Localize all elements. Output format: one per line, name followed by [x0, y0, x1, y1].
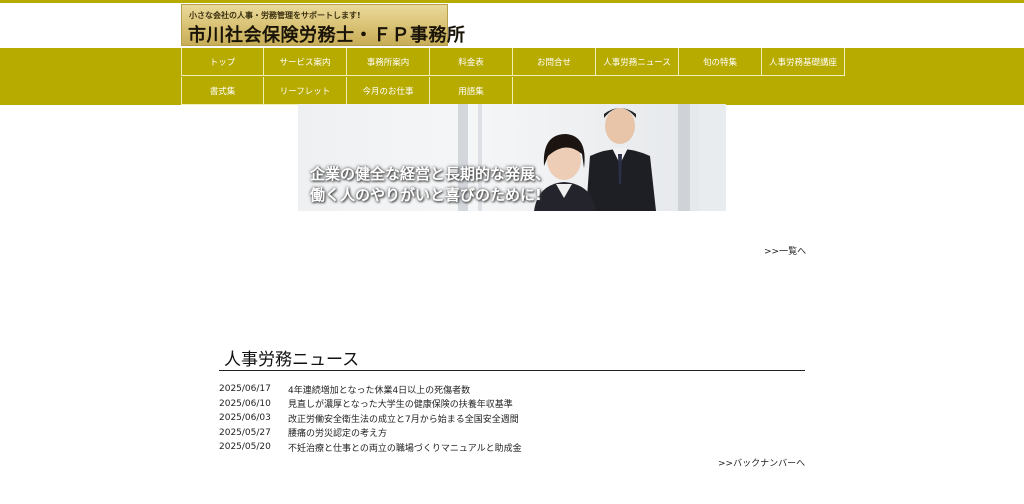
- global-nav-row-2: 書式集 リーフレット 今月のお仕事 用語集: [181, 77, 513, 105]
- news-title-divider: [219, 370, 805, 371]
- news-title-link[interactable]: 腰痛の労災認定の考え方: [288, 426, 387, 439]
- nav-item-top[interactable]: トップ: [181, 48, 264, 76]
- nav-item-forms[interactable]: 書式集: [181, 77, 264, 105]
- news-title-link[interactable]: 不妊治療と仕事との両立の職場づくりマニュアルと助成金: [288, 441, 522, 454]
- news-date: 2025/06/10: [219, 398, 271, 409]
- nav-item-hr-news[interactable]: 人事労務ニュース: [596, 48, 679, 76]
- news-title-link[interactable]: 改正労働安全衛生法の成立と7月から始まる全国安全週間: [288, 412, 519, 425]
- news-list-item: 2025/06/03 改正労働安全衛生法の成立と7月から始まる全国安全週間: [219, 411, 805, 426]
- news-date: 2025/06/17: [219, 384, 271, 395]
- nav-item-basics-course[interactable]: 人事労務基礎講座: [762, 48, 845, 76]
- list-more-link[interactable]: >>一覧へ: [764, 244, 806, 257]
- hero-banner: 企業の健全な経営と長期的な発展、 働く人のやりがいと喜びのために!: [298, 104, 726, 211]
- news-list-item: 2025/06/17 4年連続増加となった休業4日以上の死傷者数: [219, 382, 805, 397]
- nav-item-fees[interactable]: 料金表: [430, 48, 513, 76]
- nav-item-services[interactable]: サービス案内: [264, 48, 347, 76]
- nav-item-feature[interactable]: 旬の特集: [679, 48, 762, 76]
- site-logo[interactable]: 小さな会社の人事・労務管理をサポートします! 市川社会保険労務士・ＦＰ事務所: [181, 4, 465, 46]
- news-list: 2025/06/17 4年連続増加となった休業4日以上の死傷者数 2025/06…: [219, 382, 805, 455]
- hero-slogan-line-2: 働く人のやりがいと喜びのために!: [310, 186, 542, 204]
- nav-item-glossary[interactable]: 用語集: [430, 77, 513, 105]
- news-date: 2025/05/27: [219, 427, 271, 438]
- logo-tagline: 小さな会社の人事・労務管理をサポートします!: [189, 11, 361, 20]
- news-list-item: 2025/05/20 不妊治療と仕事との両立の職場づくりマニュアルと助成金: [219, 440, 805, 455]
- hero-slogan: 企業の健全な経営と長期的な発展、 働く人のやりがいと喜びのために!: [310, 164, 550, 206]
- news-backnumber-link[interactable]: >>バックナンバーへ: [718, 456, 805, 469]
- nav-item-contact[interactable]: お問合せ: [513, 48, 596, 76]
- hero-slogan-line-1: 企業の健全な経営と長期的な発展、: [310, 165, 551, 183]
- nav-item-office[interactable]: 事務所案内: [347, 48, 430, 76]
- news-list-item: 2025/06/10 見直しが濃厚となった大学生の健康保険の扶養年収基準: [219, 397, 805, 412]
- news-title-link[interactable]: 4年連続増加となった休業4日以上の死傷者数: [288, 383, 470, 396]
- logo-office-name: 市川社会保険労務士・ＦＰ事務所: [188, 25, 466, 46]
- news-list-item: 2025/05/27 腰痛の労災認定の考え方: [219, 426, 805, 441]
- news-title-link[interactable]: 見直しが濃厚となった大学生の健康保険の扶養年収基準: [288, 397, 513, 410]
- news-date: 2025/05/20: [219, 442, 271, 453]
- top-accent-line: [0, 0, 1024, 3]
- news-date: 2025/06/03: [219, 413, 271, 424]
- news-section-title: 人事労務ニュース: [224, 350, 360, 370]
- global-nav-row-1: トップ サービス案内 事務所案内 料金表 お問合せ 人事労務ニュース 旬の特集 …: [181, 48, 845, 76]
- nav-item-leaflets[interactable]: リーフレット: [264, 77, 347, 105]
- nav-item-monthly-tasks[interactable]: 今月のお仕事: [347, 77, 430, 105]
